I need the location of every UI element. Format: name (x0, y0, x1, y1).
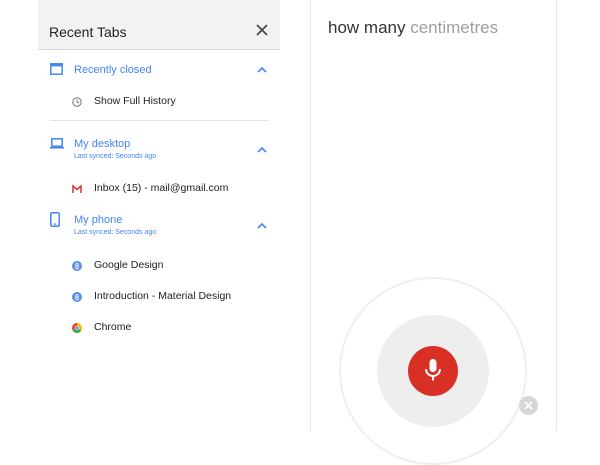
cancel-button[interactable] (519, 396, 538, 415)
divider (50, 120, 268, 121)
chevron-up-icon[interactable] (257, 146, 267, 154)
gmail-icon (72, 184, 82, 193)
blue-badge-icon (72, 292, 82, 302)
microphone-icon (425, 359, 441, 381)
list-item-label: Google Design (94, 259, 164, 271)
section-title[interactable]: Recently closed (74, 64, 152, 76)
list-item-label: Inbox (15) - mail@gmail.com (94, 182, 229, 194)
chevron-up-icon[interactable] (257, 222, 267, 230)
phone-icon (50, 212, 60, 227)
close-icon[interactable] (256, 24, 268, 36)
cancel-icon (524, 401, 533, 410)
list-item-label: Introduction - Material Design (94, 290, 232, 302)
voice-query-text: how many centimetres (328, 18, 498, 38)
clock-icon (72, 97, 82, 107)
list-item-label: Chrome (94, 321, 132, 333)
recent-tabs-header: Recent Tabs (38, 0, 280, 50)
query-recognized: how many (328, 18, 406, 37)
section-title[interactable]: My phone (74, 214, 122, 226)
list-item-show-full-history[interactable]: Show Full History (72, 95, 272, 113)
browser-window-icon (50, 63, 63, 75)
list-item-inbox[interactable]: Inbox (15) - mail@gmail.com (72, 182, 272, 200)
voice-search-panel: how many centimetres (310, 0, 557, 465)
chevron-up-icon[interactable] (257, 66, 267, 74)
section-subtitle: Last synced: Seconds ago (74, 153, 157, 160)
blue-badge-icon (72, 261, 82, 271)
chrome-icon (72, 323, 82, 333)
list-item-label: Show Full History (94, 95, 176, 107)
section-subtitle: Last synced: Seconds ago (74, 229, 157, 236)
panel-title: Recent Tabs (49, 24, 127, 40)
list-item-introduction-material-design[interactable]: Introduction - Material Design (72, 290, 272, 308)
laptop-icon (50, 138, 64, 149)
list-item-chrome[interactable]: Chrome (72, 321, 272, 339)
recent-tabs-panel: Recent Tabs Recently closed Show Full Hi… (38, 0, 280, 431)
microphone-button[interactable] (408, 346, 458, 396)
query-pending: centimetres (410, 18, 499, 37)
list-item-google-design[interactable]: Google Design (72, 259, 272, 277)
section-title[interactable]: My desktop (74, 138, 130, 150)
